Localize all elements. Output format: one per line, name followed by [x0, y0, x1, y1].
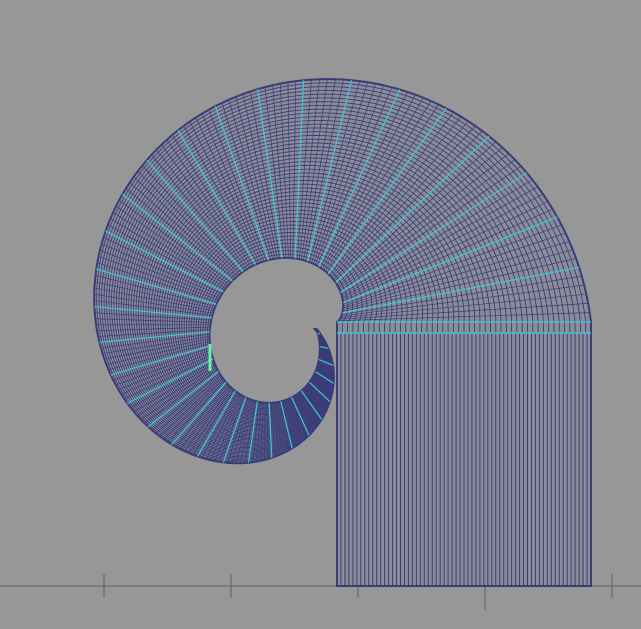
spiral-mesh-object[interactable]: [93, 77, 592, 587]
viewport-canvas[interactable]: [0, 0, 641, 629]
3d-viewport[interactable]: [0, 0, 641, 629]
